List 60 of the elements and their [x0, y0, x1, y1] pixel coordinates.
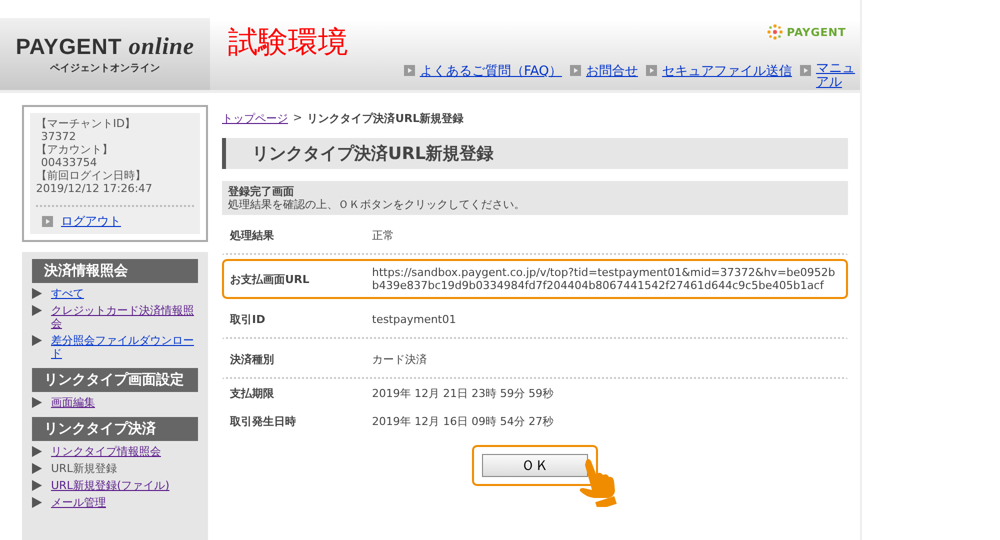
menu-link[interactable]: クレジットカード決済情報照会 — [51, 304, 198, 330]
header-link[interactable]: マニュアル — [816, 62, 860, 90]
field-label: 取引発生日時 — [230, 414, 297, 428]
field-label: 支払期限 — [230, 386, 275, 400]
field-value: 2019年 12月 21日 23時 59分 59秒 — [372, 386, 554, 400]
triangle-icon — [32, 446, 42, 457]
logo-wordmark: PAYGENT — [16, 34, 122, 58]
play-square-icon — [800, 65, 811, 76]
field-label: 決済種別 — [230, 352, 275, 366]
play-square-icon — [42, 216, 53, 227]
triangle-icon — [32, 463, 42, 474]
field-value: 正常 — [372, 228, 395, 242]
account-text: 00433754 — [40, 156, 98, 169]
menu-heading: リンクタイプ決済 — [32, 417, 198, 441]
logout-link[interactable]: ログアウト — [61, 215, 121, 228]
field-value: https://sandbox.paygent.co.jp/v/top?tid=testpayment01&mid=37372&hv=be0952bb439e837bc19d9b0334984fd7f204404b8067441542f27461d644c9c5be405b1acf — [372, 266, 836, 292]
play-square-icon — [404, 65, 415, 76]
logo-script: online — [128, 34, 194, 60]
triangle-icon — [32, 288, 42, 299]
account-text: 【マーチャントID】 — [36, 117, 137, 130]
breadcrumb-separator: > — [293, 111, 302, 126]
header-link[interactable]: セキュアファイル送信 — [662, 62, 792, 80]
notice-title: 登録完了画面 — [228, 185, 295, 198]
triangle-icon — [32, 305, 42, 316]
menu-heading: リンクタイプ画面設定 — [32, 368, 198, 392]
notice-text: 処理結果を確認の上、ＯＫボタンをクリックしてください。 — [228, 198, 526, 211]
menu-item[interactable]: URL新規登録 — [51, 462, 117, 475]
dots-logo-icon — [766, 24, 783, 40]
account-text: 【前回ログイン日時】 — [36, 169, 147, 182]
breadcrumb-current: リンクタイプ決済URL新規登録 — [307, 111, 464, 126]
field-label: お支払画面URL — [230, 272, 310, 286]
account-text: 2019/12/12 17:26:47 — [36, 182, 154, 195]
field-value: testpayment01 — [372, 312, 458, 326]
environment-label: 試験環境 — [227, 24, 349, 62]
menu-link[interactable]: 差分照会ファイルダウンロード — [51, 334, 198, 360]
logo-subtitle: ペイジェントオンライン — [50, 62, 160, 74]
menu-link[interactable]: リンクタイプ情報照会 — [51, 445, 161, 458]
menu-link[interactable]: メール管理 — [51, 496, 106, 509]
account-text: 37372 — [40, 130, 77, 143]
breadcrumb-link[interactable]: トップページ — [222, 111, 288, 126]
header-link[interactable]: お問合せ — [586, 62, 638, 80]
triangle-icon — [32, 480, 42, 491]
field-label: 取引ID — [230, 312, 266, 326]
triangle-icon — [32, 397, 42, 408]
ok-button[interactable]: ＯＫ — [482, 454, 588, 477]
brand-wordmark: PAYGENT — [786, 26, 846, 38]
play-square-icon — [570, 65, 581, 76]
account-text: 【アカウント】 — [36, 143, 114, 156]
header-link[interactable]: よくあるご質問（FAQ） — [420, 62, 562, 80]
menu-heading: 決済情報照会 — [32, 259, 198, 283]
menu-link[interactable]: すべて — [51, 287, 84, 300]
menu-link[interactable]: 画面編集 — [51, 396, 95, 409]
triangle-icon — [32, 335, 42, 346]
field-value: 2019年 12月 16日 09時 54分 27秒 — [372, 414, 554, 428]
triangle-icon — [32, 497, 42, 508]
play-square-icon — [646, 65, 657, 76]
field-value: カード決済 — [372, 352, 428, 366]
field-label: 処理結果 — [230, 228, 275, 242]
menu-link[interactable]: URL新規登録(ファイル) — [51, 479, 170, 492]
page-title: リンクタイプ決済URL新規登録 — [222, 138, 848, 169]
